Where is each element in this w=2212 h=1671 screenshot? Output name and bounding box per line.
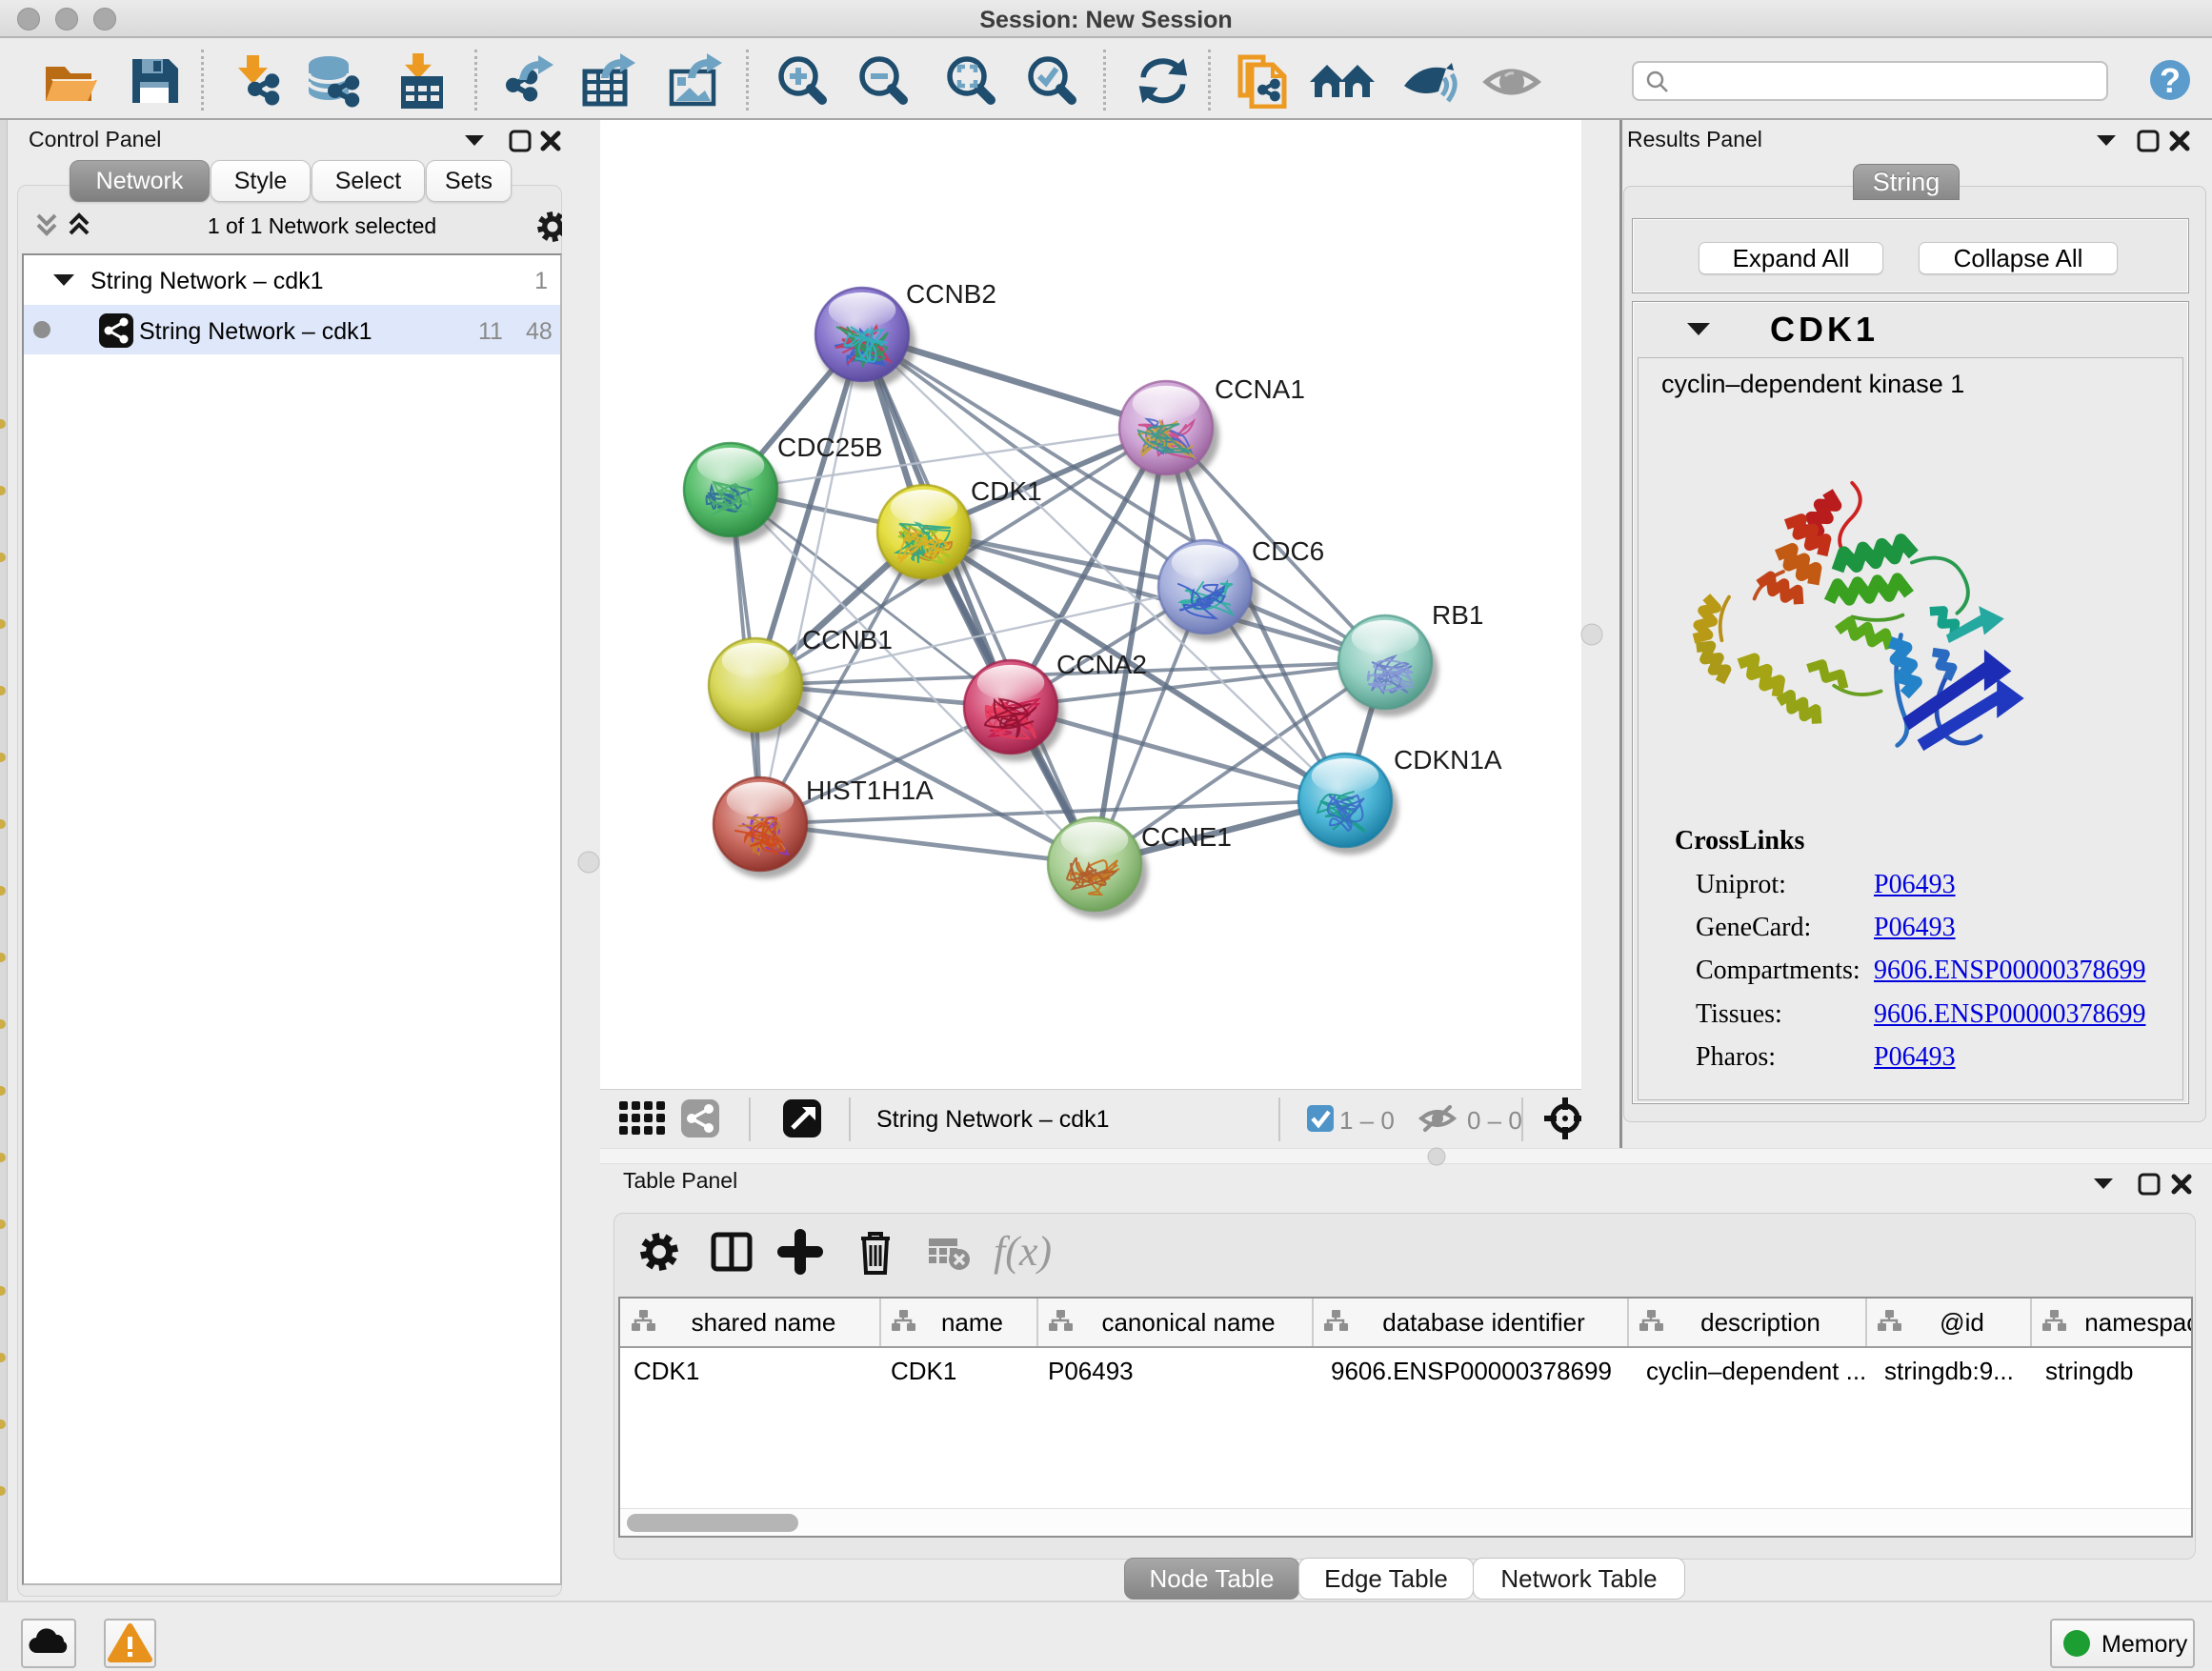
svg-text:CDK1: CDK1: [1770, 310, 1879, 349]
svg-text:shared name: shared name: [692, 1308, 836, 1337]
svg-text:canonical name: canonical name: [1101, 1308, 1275, 1337]
svg-text:CCNB2: CCNB2: [906, 279, 996, 309]
svg-text:1: 1: [534, 268, 548, 294]
svg-text:CDC25B: CDC25B: [777, 433, 882, 462]
svg-text:CCNE1: CCNE1: [1141, 822, 1232, 852]
svg-text:CCNA2: CCNA2: [1056, 650, 1147, 679]
svg-text:database identifier: database identifier: [1382, 1308, 1585, 1337]
svg-text:?: ?: [2160, 61, 2181, 100]
svg-text:CDKN1A: CDKN1A: [1394, 745, 1502, 775]
svg-text:f(x): f(x): [994, 1228, 1052, 1275]
svg-text:CCNB1: CCNB1: [802, 625, 893, 654]
svg-text:48: 48: [526, 318, 553, 345]
svg-text:HIST1H1A: HIST1H1A: [806, 775, 934, 805]
svg-text:CDK1: CDK1: [971, 476, 1042, 506]
svg-text:P06493: P06493: [1048, 1357, 1134, 1385]
svg-text:RB1: RB1: [1432, 600, 1483, 630]
svg-text:@id: @id: [1940, 1308, 1984, 1337]
svg-text:1 of 1 Network selected: 1 of 1 Network selected: [208, 213, 436, 238]
svg-text:stringdb: stringdb: [2045, 1357, 2134, 1385]
svg-text:String Network – cdk1: String Network – cdk1: [90, 268, 324, 294]
svg-text:11: 11: [478, 318, 503, 345]
svg-text:name: name: [941, 1308, 1003, 1337]
svg-text:namespace: namespace: [2084, 1308, 2191, 1337]
svg-text:CCNA1: CCNA1: [1215, 374, 1305, 404]
svg-text:CDK1: CDK1: [633, 1357, 699, 1385]
svg-text:Memory: Memory: [2101, 1631, 2188, 1658]
svg-text:CDC6: CDC6: [1252, 536, 1324, 566]
svg-text:description: description: [1700, 1308, 1820, 1337]
svg-text:stringdb:9...: stringdb:9...: [1884, 1357, 2014, 1385]
svg-text:CDK1: CDK1: [891, 1357, 956, 1385]
svg-text:cyclin–dependent ...: cyclin–dependent ...: [1646, 1357, 1866, 1385]
svg-text:String Network – cdk1: String Network – cdk1: [139, 318, 372, 345]
svg-text:9606.ENSP00000378699: 9606.ENSP00000378699: [1331, 1357, 1612, 1385]
